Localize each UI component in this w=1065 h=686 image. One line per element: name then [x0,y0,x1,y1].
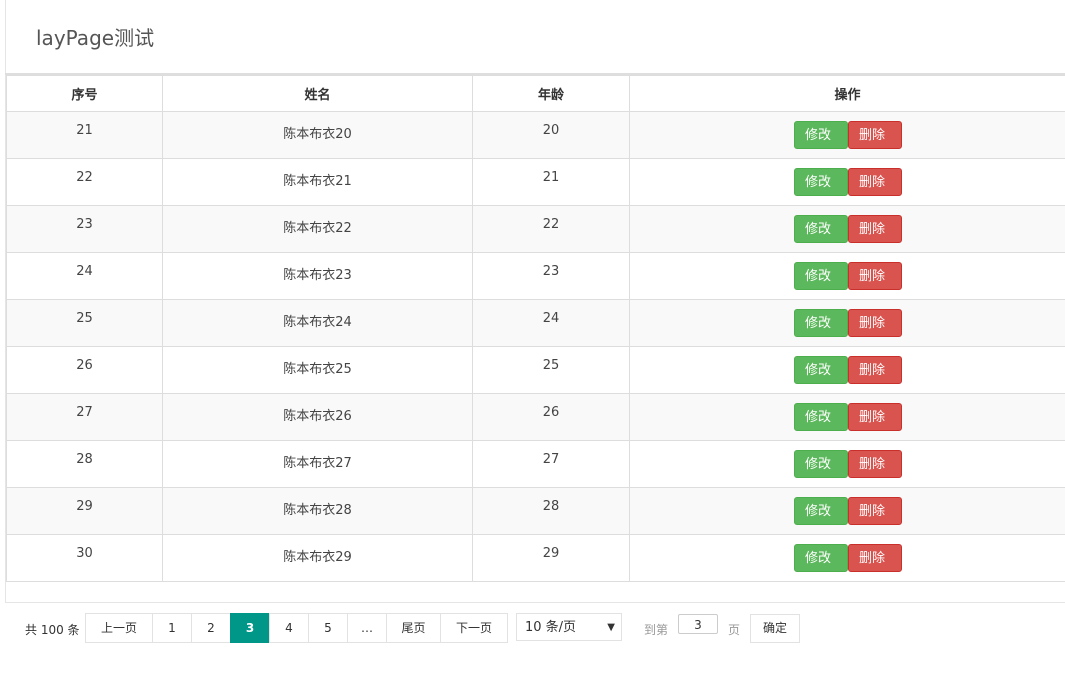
per-page-value: 10 条/页 [525,620,577,635]
cell-actions: 修改 删除 [629,487,1065,535]
cell-name: 陈本布衣27 [162,440,473,488]
total-count: 共 100 条 [25,623,80,637]
cell-actions: 修改 删除 [629,393,1065,441]
page-link-4[interactable]: 4 [269,613,309,643]
delete-button[interactable]: 删除 [848,450,902,478]
column-header-name: 姓名 [162,75,473,112]
page-link-3[interactable]: 3 [230,613,270,643]
column-header-age: 年龄 [472,75,630,112]
edit-button[interactable]: 修改 [794,403,848,431]
cell-name: 陈本布衣23 [162,252,473,300]
cell-id: 22 [6,158,163,206]
next-page-button[interactable]: 下一页 [440,613,508,643]
page-ellipsis: … [347,613,387,643]
page-link-2[interactable]: 2 [191,613,231,643]
cell-name: 陈本布衣26 [162,393,473,441]
edit-button[interactable]: 修改 [794,309,848,337]
cell-age: 26 [472,393,630,441]
goto-page-input[interactable]: 3 [678,614,718,634]
page-link-5[interactable]: 5 [308,613,348,643]
edit-button[interactable]: 修改 [794,262,848,290]
edit-button[interactable]: 修改 [794,356,848,384]
cell-actions: 修改 删除 [629,158,1065,206]
table-row: 29 陈本布衣28 28 修改 删除 [6,487,1065,535]
delete-button[interactable]: 删除 [848,309,902,337]
cell-name: 陈本布衣22 [162,205,473,253]
cell-name: 陈本布衣28 [162,487,473,535]
table-row: 25 陈本布衣24 24 修改 删除 [6,299,1065,347]
cell-actions: 修改 删除 [629,205,1065,253]
cell-actions: 修改 删除 [629,534,1065,582]
delete-button[interactable]: 删除 [848,356,902,384]
cell-actions: 修改 删除 [629,299,1065,347]
table-row: 26 陈本布衣25 25 修改 删除 [6,346,1065,394]
cell-actions: 修改 删除 [629,252,1065,300]
column-header-id: 序号 [6,75,163,112]
table-row: 24 陈本布衣23 23 修改 删除 [6,252,1065,300]
goto-label: 到第 [644,623,669,637]
cell-age: 22 [472,205,630,253]
cell-id: 27 [6,393,163,441]
cell-name: 陈本布衣21 [162,158,473,206]
edit-button[interactable]: 修改 [794,215,848,243]
page-title: layPage测试 [36,26,155,50]
cell-name: 陈本布衣25 [162,346,473,394]
per-page-select[interactable]: 10 条/页 ▼ [516,613,622,641]
cell-id: 21 [6,111,163,159]
cell-age: 23 [472,252,630,300]
pagination-bar: 共 100 条 上一页 1 2 3 4 5… 尾页 下一页 10 条/页 ▼ 到第 3 … [0,613,1065,643]
table-row: 28 陈本布衣27 27 修改 删除 [6,440,1065,488]
cell-age: 28 [472,487,630,535]
edit-button[interactable]: 修改 [794,121,848,149]
cell-id: 30 [6,534,163,582]
cell-age: 20 [472,111,630,159]
cell-actions: 修改 删除 [629,346,1065,394]
delete-button[interactable]: 删除 [848,403,902,431]
delete-button[interactable]: 删除 [848,168,902,196]
chevron-down-icon: ▼ [607,622,615,633]
page-links: 上一页 1 2 3 4 5… 尾页 下一页 [85,613,508,643]
cell-actions: 修改 删除 [629,111,1065,159]
cell-name: 陈本布衣20 [162,111,473,159]
delete-button[interactable]: 删除 [848,497,902,525]
page-unit-label: 页 [728,623,741,637]
last-page-button[interactable]: 尾页 [386,613,441,643]
edit-button[interactable]: 修改 [794,168,848,196]
table-header-row: 序号 姓名 年龄 操作 [6,75,1065,112]
goto-confirm-button[interactable]: 确定 [750,614,800,643]
data-table: 序号 姓名 年龄 操作 21 陈本布衣20 20 修改 删除 22 陈本布衣21 21 修改 删除… [6,75,1065,582]
table-row: 23 陈本布衣22 22 修改 删除 [6,205,1065,253]
edit-button[interactable]: 修改 [794,544,848,572]
delete-button[interactable]: 删除 [848,121,902,149]
table-row: 30 陈本布衣29 29 修改 删除 [6,534,1065,582]
cell-age: 29 [472,534,630,582]
cell-id: 25 [6,299,163,347]
cell-age: 21 [472,158,630,206]
cell-age: 27 [472,440,630,488]
cell-name: 陈本布衣24 [162,299,473,347]
cell-actions: 修改 删除 [629,440,1065,488]
column-header-actions: 操作 [629,75,1065,112]
cell-age: 24 [472,299,630,347]
table-row: 27 陈本布衣26 26 修改 删除 [6,393,1065,441]
delete-button[interactable]: 删除 [848,544,902,572]
cell-age: 25 [472,346,630,394]
prev-page-button[interactable]: 上一页 [85,613,153,643]
cell-id: 23 [6,205,163,253]
table-row: 22 陈本布衣21 21 修改 删除 [6,158,1065,206]
edit-button[interactable]: 修改 [794,450,848,478]
cell-id: 29 [6,487,163,535]
cell-id: 26 [6,346,163,394]
edit-button[interactable]: 修改 [794,497,848,525]
cell-name: 陈本布衣29 [162,534,473,582]
page-link-1[interactable]: 1 [152,613,192,643]
cell-id: 24 [6,252,163,300]
delete-button[interactable]: 删除 [848,262,902,290]
cell-id: 28 [6,440,163,488]
table-row: 21 陈本布衣20 20 修改 删除 [6,111,1065,159]
delete-button[interactable]: 删除 [848,215,902,243]
